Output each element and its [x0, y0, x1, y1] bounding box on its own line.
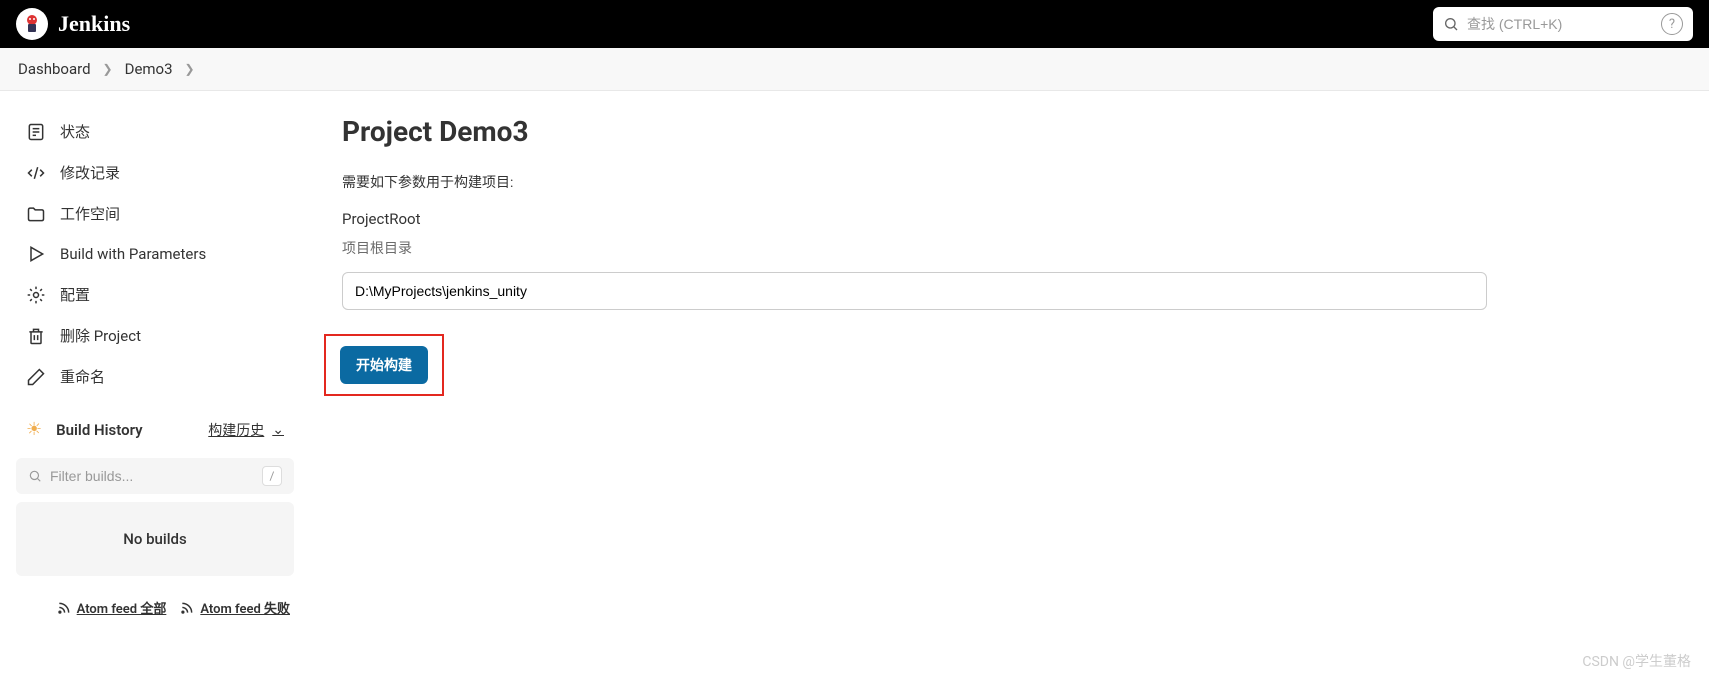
- sidebar-item-label: 修改记录: [60, 162, 120, 183]
- atom-feed-fail-link[interactable]: Atom feed 失败: [180, 598, 290, 617]
- sidebar-item-label: 工作空间: [60, 203, 120, 224]
- sidebar-item-label: 重命名: [60, 366, 105, 387]
- sidebar-item-delete[interactable]: 删除 Project: [8, 315, 302, 356]
- project-root-input[interactable]: [342, 272, 1487, 310]
- app-title[interactable]: Jenkins: [58, 11, 130, 37]
- chevron-right-icon: ❯: [103, 62, 113, 76]
- header-left: Jenkins: [16, 8, 130, 40]
- sidebar-item-label: 配置: [60, 284, 90, 305]
- build-history-trend-link[interactable]: 构建历史 ⌄: [208, 420, 284, 440]
- sidebar-item-changes[interactable]: 修改记录: [8, 152, 302, 193]
- chevron-right-icon: ❯: [185, 62, 195, 76]
- watermark: CSDN @学生董格: [1582, 651, 1691, 671]
- sidebar-item-label: 删除 Project: [60, 325, 141, 346]
- sidebar-item-label: Build with Parameters: [60, 245, 206, 263]
- param-description: 需要如下参数用于构建项目:: [342, 172, 1677, 192]
- status-icon: [26, 122, 46, 142]
- search-box[interactable]: ?: [1433, 7, 1693, 41]
- feed-links: Atom feed 全部 Atom feed 失败: [8, 584, 302, 625]
- slash-shortcut-icon: /: [262, 466, 282, 486]
- param-name: ProjectRoot: [342, 210, 1677, 228]
- header: Jenkins ?: [0, 0, 1709, 48]
- sidebar-item-rename[interactable]: 重命名: [8, 356, 302, 397]
- breadcrumb: Dashboard ❯ Demo3 ❯: [0, 48, 1709, 91]
- page-title: Project Demo3: [342, 115, 1677, 148]
- trash-icon: [26, 326, 46, 346]
- search-icon: [1443, 16, 1459, 32]
- search-icon: [28, 469, 42, 483]
- breadcrumb-dashboard[interactable]: Dashboard: [18, 60, 91, 78]
- build-history-title: Build History: [56, 421, 142, 439]
- rss-icon: [57, 601, 71, 615]
- build-button-highlight: 开始构建: [324, 334, 444, 396]
- breadcrumb-demo3[interactable]: Demo3: [125, 60, 173, 78]
- build-history-header: ☀ Build History 构建历史 ⌄: [8, 409, 302, 450]
- filter-builds-box[interactable]: /: [16, 458, 294, 494]
- param-hint: 项目根目录: [342, 238, 1677, 258]
- build-button[interactable]: 开始构建: [340, 346, 428, 384]
- code-icon: [26, 163, 46, 183]
- search-input[interactable]: [1467, 16, 1653, 32]
- sidebar: 状态 修改记录 工作空间 Build with Parameters 配置: [0, 91, 310, 645]
- atom-feed-all-link[interactable]: Atom feed 全部: [57, 598, 167, 617]
- main-content: Project Demo3 需要如下参数用于构建项目: ProjectRoot …: [310, 91, 1709, 645]
- chevron-down-icon: ⌄: [272, 422, 284, 438]
- sun-icon: ☀: [26, 419, 42, 440]
- gear-icon: [26, 285, 46, 305]
- rss-icon: [180, 601, 194, 615]
- folder-icon: [26, 204, 46, 224]
- play-icon: [26, 244, 46, 264]
- sidebar-item-status[interactable]: 状态: [8, 111, 302, 152]
- trend-label: 构建历史: [208, 420, 264, 440]
- sidebar-item-configure[interactable]: 配置: [8, 274, 302, 315]
- sidebar-item-build-params[interactable]: Build with Parameters: [8, 234, 302, 274]
- pencil-icon: [26, 367, 46, 387]
- sidebar-item-workspace[interactable]: 工作空间: [8, 193, 302, 234]
- sidebar-item-label: 状态: [60, 121, 90, 142]
- jenkins-logo-icon[interactable]: [16, 8, 48, 40]
- help-icon[interactable]: ?: [1661, 13, 1683, 35]
- filter-builds-input[interactable]: [50, 468, 254, 484]
- no-builds-message: No builds: [16, 502, 294, 576]
- header-right: ?: [1433, 7, 1693, 41]
